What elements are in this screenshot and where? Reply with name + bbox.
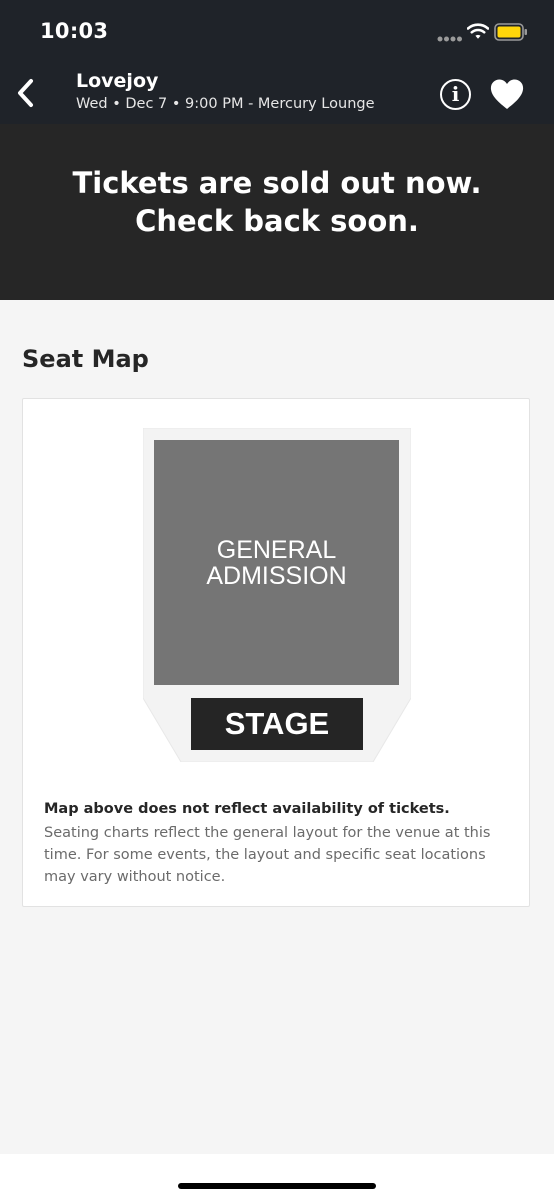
disclaimer-title: Map above does not reflect availability … bbox=[44, 801, 450, 817]
disclaimer-body: Seating charts reflect the general layou… bbox=[44, 825, 491, 885]
battery-icon bbox=[494, 23, 527, 41]
stage-label: STAGE bbox=[224, 706, 330, 741]
bottom-bar bbox=[0, 1154, 554, 1200]
status-time: 10:03 bbox=[40, 19, 109, 43]
event-title: Lovejoy bbox=[76, 70, 159, 92]
wifi-icon bbox=[467, 23, 489, 39]
cellular-signal-icon bbox=[437, 36, 462, 42]
sold-out-banner: Tickets are sold out now. Check back soo… bbox=[0, 124, 554, 300]
seat-map-title: Seat Map bbox=[22, 345, 149, 373]
sold-out-message: Tickets are sold out now. Check back soo… bbox=[72, 166, 482, 238]
heart-icon[interactable] bbox=[489, 78, 525, 111]
event-subtitle: Wed • Dec 7 • 9:00 PM - Mercury Lounge bbox=[76, 96, 375, 112]
general-admission-label: GENERAL ADMISSION bbox=[206, 536, 347, 590]
top-header: 10:03 Lovejoy Wed • Dec 7 • 9:00 PM - Me… bbox=[0, 0, 554, 124]
info-icon-glyph: i bbox=[451, 82, 460, 106]
stage: STAGE bbox=[191, 698, 363, 750]
home-indicator[interactable] bbox=[178, 1183, 376, 1189]
back-button[interactable] bbox=[8, 74, 44, 112]
info-button[interactable]: i bbox=[440, 79, 471, 110]
general-admission-section[interactable]: GENERAL ADMISSION bbox=[154, 440, 399, 685]
